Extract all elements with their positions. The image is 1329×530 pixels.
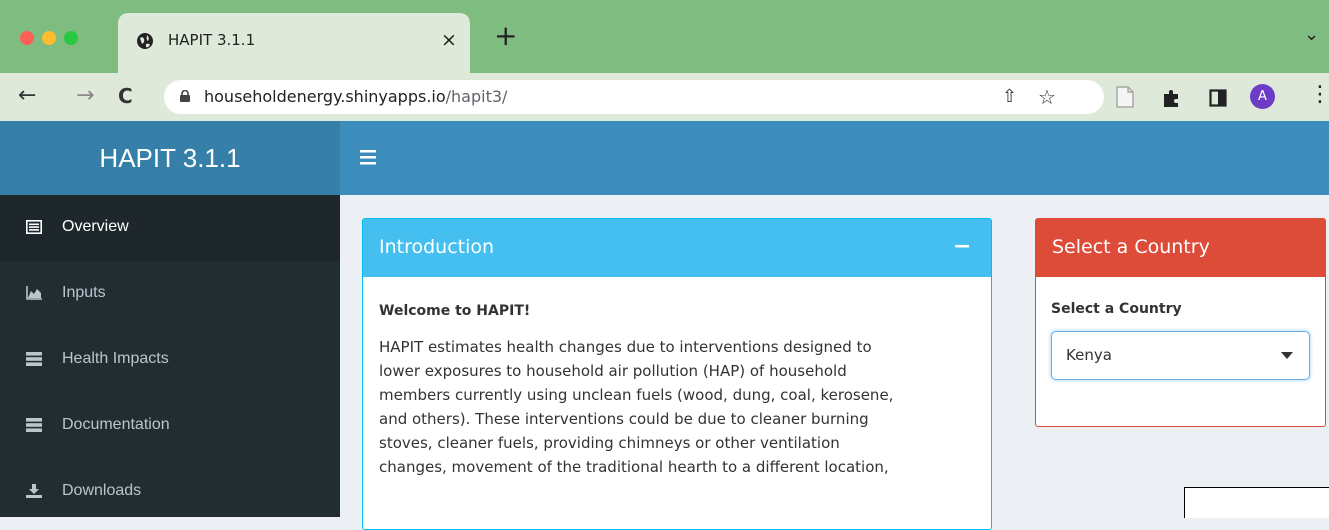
url-host: householdenergy.shinyapps.io: [204, 87, 446, 106]
puzzle-extension-icon[interactable]: [1162, 88, 1182, 108]
sidebar: Overview Inputs Health Impacts Documenta…: [0, 195, 340, 517]
country-select[interactable]: Kenya: [1051, 331, 1310, 380]
sidebar-item-health-impacts[interactable]: Health Impacts: [0, 327, 340, 393]
server-icon: [26, 418, 42, 432]
intro-line: members currently using unclean fuels (w…: [379, 386, 894, 404]
area-chart-icon: [26, 286, 42, 300]
download-icon: [26, 484, 42, 498]
reload-button[interactable]: C: [118, 84, 133, 108]
lock-icon: [180, 90, 190, 102]
sidebar-item-label: Health Impacts: [62, 350, 169, 367]
app-header: [340, 121, 1329, 195]
hamburger-menu-icon[interactable]: [360, 148, 376, 166]
introduction-text: Welcome to HAPIT! HAPIT estimates health…: [379, 299, 975, 479]
introduction-box: Introduction − Welcome to HAPIT! HAPIT e…: [362, 218, 992, 530]
page-extension-icon[interactable]: [1116, 86, 1134, 108]
browser-menu-icon[interactable]: ⋮: [1309, 82, 1329, 107]
url-path: /hapit3/: [445, 87, 508, 106]
globe-icon: [137, 33, 153, 49]
server-icon: [26, 352, 42, 366]
intro-line: lower exposures to household air polluti…: [379, 362, 847, 380]
sidebar-item-label: Documentation: [62, 416, 170, 433]
bookmark-star-icon[interactable]: ☆: [1038, 85, 1056, 109]
intro-line: HAPIT estimates health changes due to in…: [379, 338, 872, 356]
country-box-header: Select a Country: [1036, 219, 1325, 277]
address-bar[interactable]: householdenergy.shinyapps.io/hapit3/ ⇧ ☆: [164, 80, 1104, 114]
welcome-heading: Welcome to HAPIT!: [379, 303, 531, 319]
tab-title: HAPIT 3.1.1: [168, 31, 256, 49]
collapse-button[interactable]: −: [953, 234, 971, 259]
country-select-value: Kenya: [1066, 346, 1112, 364]
new-tab-button[interactable]: +: [494, 22, 517, 50]
intro-line: and others). These interventions could b…: [379, 410, 869, 428]
window-minimize-dot[interactable]: [42, 31, 56, 45]
tab-close-icon[interactable]: ×: [441, 29, 457, 51]
back-button[interactable]: ←: [18, 83, 36, 108]
introduction-box-header: Introduction −: [363, 219, 991, 277]
country-field-label: Select a Country: [1051, 301, 1182, 317]
profile-avatar[interactable]: A: [1250, 84, 1275, 109]
window-close-dot[interactable]: [20, 31, 34, 45]
sidebar-item-inputs[interactable]: Inputs: [0, 261, 340, 327]
intro-line: changes, movement of the traditional hea…: [379, 458, 889, 476]
sidebar-item-label: Inputs: [62, 284, 106, 301]
browser-tab-strip: HAPIT 3.1.1 × + ⌄: [0, 0, 1329, 73]
caret-down-icon: [1281, 352, 1293, 359]
sidebar-item-overview[interactable]: Overview: [0, 195, 340, 261]
list-alt-icon: [26, 220, 42, 234]
tab-search-chevron-icon[interactable]: ⌄: [1304, 24, 1319, 45]
sidebar-item-documentation[interactable]: Documentation: [0, 393, 340, 459]
window-zoom-dot[interactable]: [64, 31, 78, 45]
sidebar-item-label: Downloads: [62, 482, 142, 499]
sidebar-item-label: Overview: [62, 218, 129, 235]
box-title: Introduction: [379, 236, 495, 258]
overlay-popup: [1184, 487, 1329, 518]
intro-line: stoves, cleaner fuels, providing chimney…: [379, 434, 840, 452]
country-box: Select a Country Select a Country Kenya: [1035, 218, 1326, 427]
url-text: householdenergy.shinyapps.io/hapit3/: [204, 87, 507, 106]
app-logo[interactable]: HAPIT 3.1.1: [0, 121, 340, 195]
side-panel-icon[interactable]: [1209, 89, 1227, 107]
box-title: Select a Country: [1052, 236, 1210, 258]
share-icon[interactable]: ⇧: [1002, 86, 1017, 107]
forward-button[interactable]: →: [76, 83, 94, 108]
browser-tab[interactable]: HAPIT 3.1.1 ×: [118, 13, 470, 73]
sidebar-item-downloads[interactable]: Downloads: [0, 459, 340, 525]
app-title: HAPIT 3.1.1: [99, 143, 241, 173]
